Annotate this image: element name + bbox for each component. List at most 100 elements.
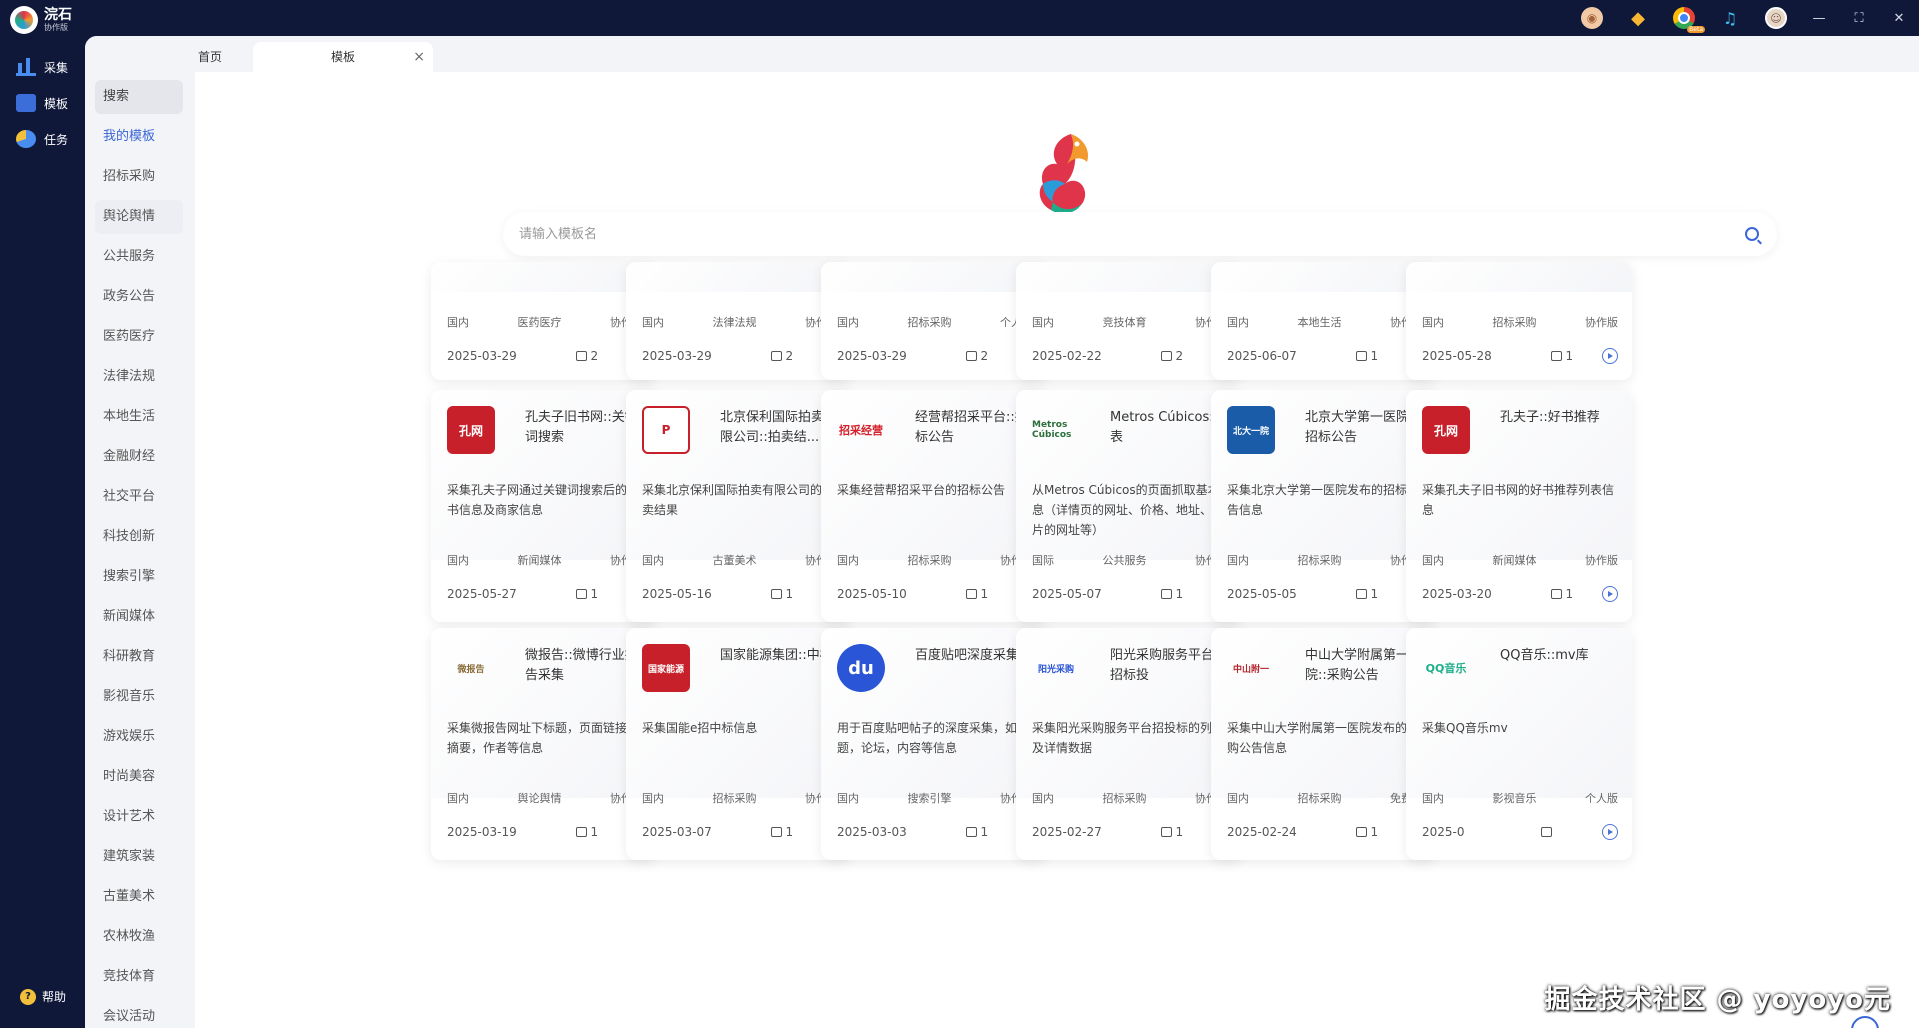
category-item[interactable]: 法律法规 — [95, 360, 183, 394]
like-button[interactable]: 1 — [1355, 825, 1378, 839]
template-card[interactable]: Metros Cúbicos Metros Cúbicos::列表 从Metros … — [1016, 390, 1242, 622]
category-item[interactable]: 古董美术 — [95, 880, 183, 914]
category-item[interactable]: 招标采购 — [95, 160, 183, 194]
template-search-input[interactable] — [519, 212, 1719, 256]
template-card[interactable]: 招采经营经营帮招采平台::招标公告采集经营帮招采平台的招标公告国内招标采购协作版… — [821, 390, 1047, 622]
template-title[interactable]: QQ音乐::mv库 — [1500, 646, 1624, 666]
template-card[interactable]: 国内 招标采购 协作版 2025-05-28 1 — [1406, 262, 1632, 380]
template-card[interactable]: 国内医药医疗协作版2025-03-292 — [431, 262, 657, 380]
vip-diamond-icon[interactable]: ◆ — [1627, 7, 1649, 29]
category-item[interactable]: 新闻媒体 — [95, 600, 183, 634]
wallet-icon[interactable]: ◉ — [1581, 7, 1603, 29]
like-button[interactable]: 2 — [1160, 349, 1183, 363]
template-content: 国内医药医疗协作版2025-03-292国内法律法规协作版2025-03-292… — [195, 72, 1919, 1028]
category-item[interactable]: 金融财经 — [95, 440, 183, 474]
category-item[interactable]: 农林牧渔 — [95, 920, 183, 954]
like-button[interactable]: 1 — [1160, 825, 1183, 839]
tab-home[interactable]: 首页 — [155, 42, 265, 72]
card-footer: 2025-06-07 1 — [1227, 348, 1423, 364]
task-icon — [16, 130, 36, 148]
category-item[interactable]: 公共服务 — [95, 240, 183, 274]
like-button[interactable]: 1 — [965, 587, 988, 601]
nav-item-template[interactable]: 模板 — [16, 94, 68, 112]
template-card[interactable]: 国内招标采购个人版2025-03-292 — [821, 262, 1047, 380]
category-item[interactable]: 科研教育 — [95, 640, 183, 674]
template-description: 用于百度贴吧帖子的深度采集，如标题，论坛，内容等信息 — [837, 721, 1030, 755]
template-card[interactable]: 国内法律法规协作版2025-03-292 — [626, 262, 852, 380]
tab-bar: 首页 模板 × — [85, 36, 1919, 72]
like-button[interactable]: 2 — [965, 349, 988, 363]
like-button[interactable]: 1 — [575, 825, 598, 839]
category-item[interactable]: 医药医疗 — [95, 320, 183, 354]
tab-template[interactable]: 模板 × — [253, 42, 433, 72]
notification-bell-icon[interactable]: ♫ — [1719, 7, 1741, 29]
template-card[interactable]: 国家能源国家能源集团::中标采集国能e招中标信息国内招标采购协作版2025-03… — [626, 628, 852, 860]
category-item[interactable]: 时尚美容 — [95, 760, 183, 794]
category-item[interactable]: 建筑家装 — [95, 840, 183, 874]
like-count: 1 — [785, 825, 794, 839]
like-button[interactable]: 1 — [1355, 587, 1378, 601]
card-header: du 百度贴吧深度采集 用于百度贴吧帖子的深度采集，如标题，论坛，内容等信息 — [821, 628, 1047, 798]
template-card[interactable]: 中山附一 中山大学附属第一医院::采购公告 采集中山大学附属第一医院发布的采购公告信… — [1211, 628, 1437, 860]
maximize-button[interactable]: ⛶ — [1839, 0, 1879, 36]
category-item[interactable]: 会议活动 — [95, 1000, 183, 1028]
nav-item-task[interactable]: 任务 — [16, 130, 68, 148]
nav-item-collect[interactable]: 采集 — [16, 58, 68, 76]
template-card[interactable]: 微报告 微报告::微博行业报告采集 采集微报告网址下标题，页面链接，摘要，作者等信息… — [431, 628, 657, 860]
like-button[interactable]: 1 — [965, 825, 988, 839]
template-card[interactable]: P 北京保利国际拍卖有限公司::拍卖结... 采集北京保利国际拍卖有限公司的拍卖结果… — [626, 390, 852, 622]
browser-beta-icon[interactable]: Beta — [1673, 7, 1705, 33]
like-button[interactable]: 1 — [1355, 349, 1378, 363]
category-search[interactable]: 搜索 — [95, 80, 183, 114]
category-item[interactable]: 社交平台 — [95, 480, 183, 514]
category-item[interactable]: 舆论舆情 — [95, 200, 183, 234]
template-logo: 孔网 — [447, 406, 495, 454]
category-item[interactable]: 本地生活 — [95, 400, 183, 434]
run-template-icon[interactable] — [1601, 824, 1618, 840]
like-button[interactable]: 1 — [1550, 349, 1573, 363]
thumb-up-icon — [1160, 351, 1172, 361]
like-button[interactable]: 2 — [575, 349, 598, 363]
search-icon[interactable] — [1745, 227, 1759, 241]
category-item[interactable]: 竞技体育 — [95, 960, 183, 994]
template-card[interactable]: 孔网 孔夫子::好书推荐 采集孔夫子旧书网的好书推荐列表信息 国内 新闻媒体 协作版 202… — [1406, 390, 1632, 622]
close-tab-icon[interactable]: × — [413, 42, 425, 72]
category-item[interactable]: 设计艺术 — [95, 800, 183, 834]
like-button[interactable]: 1 — [1550, 587, 1573, 601]
card-tag: 招标采购 — [1492, 316, 1537, 329]
template-card[interactable]: du 百度贴吧深度采集 用于百度贴吧帖子的深度采集，如标题，论坛，内容等信息 国内 搜索… — [821, 628, 1047, 860]
customer-service-icon[interactable] — [1851, 1016, 1879, 1028]
category-item[interactable]: 搜索引擎 — [95, 560, 183, 594]
like-button[interactable]: 1 — [770, 825, 794, 839]
minimize-button[interactable]: — — [1799, 0, 1839, 36]
card-date: 2025-03-07 — [642, 825, 712, 839]
like-button[interactable] — [1540, 827, 1556, 837]
card-tag: 国内 — [447, 792, 469, 805]
category-item[interactable]: 影视音乐 — [95, 680, 183, 714]
help-button[interactable]: ? 帮助 — [20, 988, 66, 1005]
template-title[interactable]: 孔夫子::好书推荐 — [1500, 408, 1624, 428]
category-item[interactable]: 游戏娱乐 — [95, 720, 183, 754]
template-logo: QQ音乐 — [1425, 662, 1467, 675]
category-my-templates[interactable]: 我的模板 — [95, 120, 183, 154]
card-tag: 古董美术 — [712, 554, 757, 567]
template-card[interactable]: 北大一院 北京大学第一医院::招标公告 采集北京大学第一医院发布的招标公告信息 国内 招… — [1211, 390, 1437, 622]
run-template-icon[interactable] — [1601, 348, 1618, 364]
template-card[interactable]: QQ音乐 QQ音乐::mv库 采集QQ音乐mv 国内 影视音乐 个人版 2025-0 — [1406, 628, 1632, 860]
template-card[interactable]: 孔网 孔夫子旧书网::关键词搜索 采集孔夫子网通过关键词搜索后的图书信息及商家信息国… — [431, 390, 657, 622]
close-window-button[interactable]: ✕ — [1879, 0, 1919, 36]
template-card[interactable]: 国内竞技体育协作版2025-02-222 — [1016, 262, 1242, 380]
run-template-icon[interactable] — [1601, 586, 1618, 602]
card-footer: 2025-05-05 1 — [1227, 586, 1423, 602]
card-date: 2025-02-27 — [1032, 825, 1102, 839]
category-item[interactable]: 政务公告 — [95, 280, 183, 314]
like-button[interactable]: 2 — [770, 349, 793, 363]
like-button[interactable]: 1 — [575, 587, 598, 601]
card-tag: 国内 — [1227, 554, 1249, 567]
like-button[interactable]: 1 — [1160, 587, 1183, 601]
template-card[interactable]: 阳光采购 阳光采购服务平台::招标投 采集阳光采购服务平台招投标的列表及详情数据 国内… — [1016, 628, 1242, 860]
template-card[interactable]: 国内本地生活协作版2025-06-071 — [1211, 262, 1437, 380]
category-item[interactable]: 科技创新 — [95, 520, 183, 554]
user-avatar[interactable]: ☺ — [1765, 7, 1787, 29]
like-button[interactable]: 1 — [770, 587, 793, 601]
